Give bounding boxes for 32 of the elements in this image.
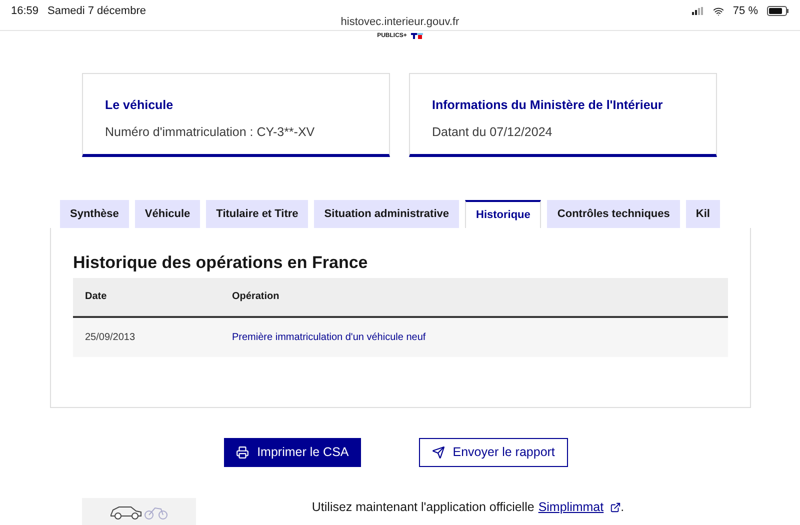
card-title: Informations du Ministère de l'Intérieur [432,97,664,114]
tab[interactable]: Titulaire et Titre [206,200,308,228]
battery-percent: 75 % [732,4,758,19]
column-header: Date [84,290,108,304]
table-cell-text: 25/09/2013 [84,331,136,345]
external-link-icon [610,502,621,513]
send-button[interactable]: Envoyer le rapport [418,438,568,467]
signal-icon [692,7,704,16]
battery-icon [767,6,789,16]
card-text: Datant du 07/12/2024 [432,124,554,141]
table-cell-text: Première immatriculation d'un véhicule neuf [232,331,426,345]
print-button[interactable]: Imprimer le CSA [224,438,361,467]
tab[interactable]: Synthèse [60,200,129,228]
clock: 16:59 [11,4,39,19]
promo-text: Utilisez maintenant l'application officielle [312,499,534,516]
printer-icon [236,446,250,459]
card-text: Numéro d'immatriculation : CY-3**-XV [105,124,316,141]
tab[interactable]: Kil [686,200,720,228]
tab[interactable]: Historique [465,200,542,228]
panel-title: Historique des opérations en France [73,252,369,274]
tab[interactable]: Contrôles techniques [547,200,680,228]
url-text[interactable]: histovec.interieur.gouv.fr [340,14,460,30]
column-header: Opération [232,290,280,304]
tab[interactable]: Véhicule [134,200,200,228]
logo-icon [410,33,423,39]
wifi-icon [712,6,724,17]
period-text: . [620,499,624,516]
send-icon [432,446,445,459]
app-link[interactable]: Simplimmat [538,498,621,517]
date: Samedi 7 décembre [48,4,146,19]
tab[interactable]: Situation administrative [314,200,459,228]
card-title: Le véhicule [105,97,174,114]
